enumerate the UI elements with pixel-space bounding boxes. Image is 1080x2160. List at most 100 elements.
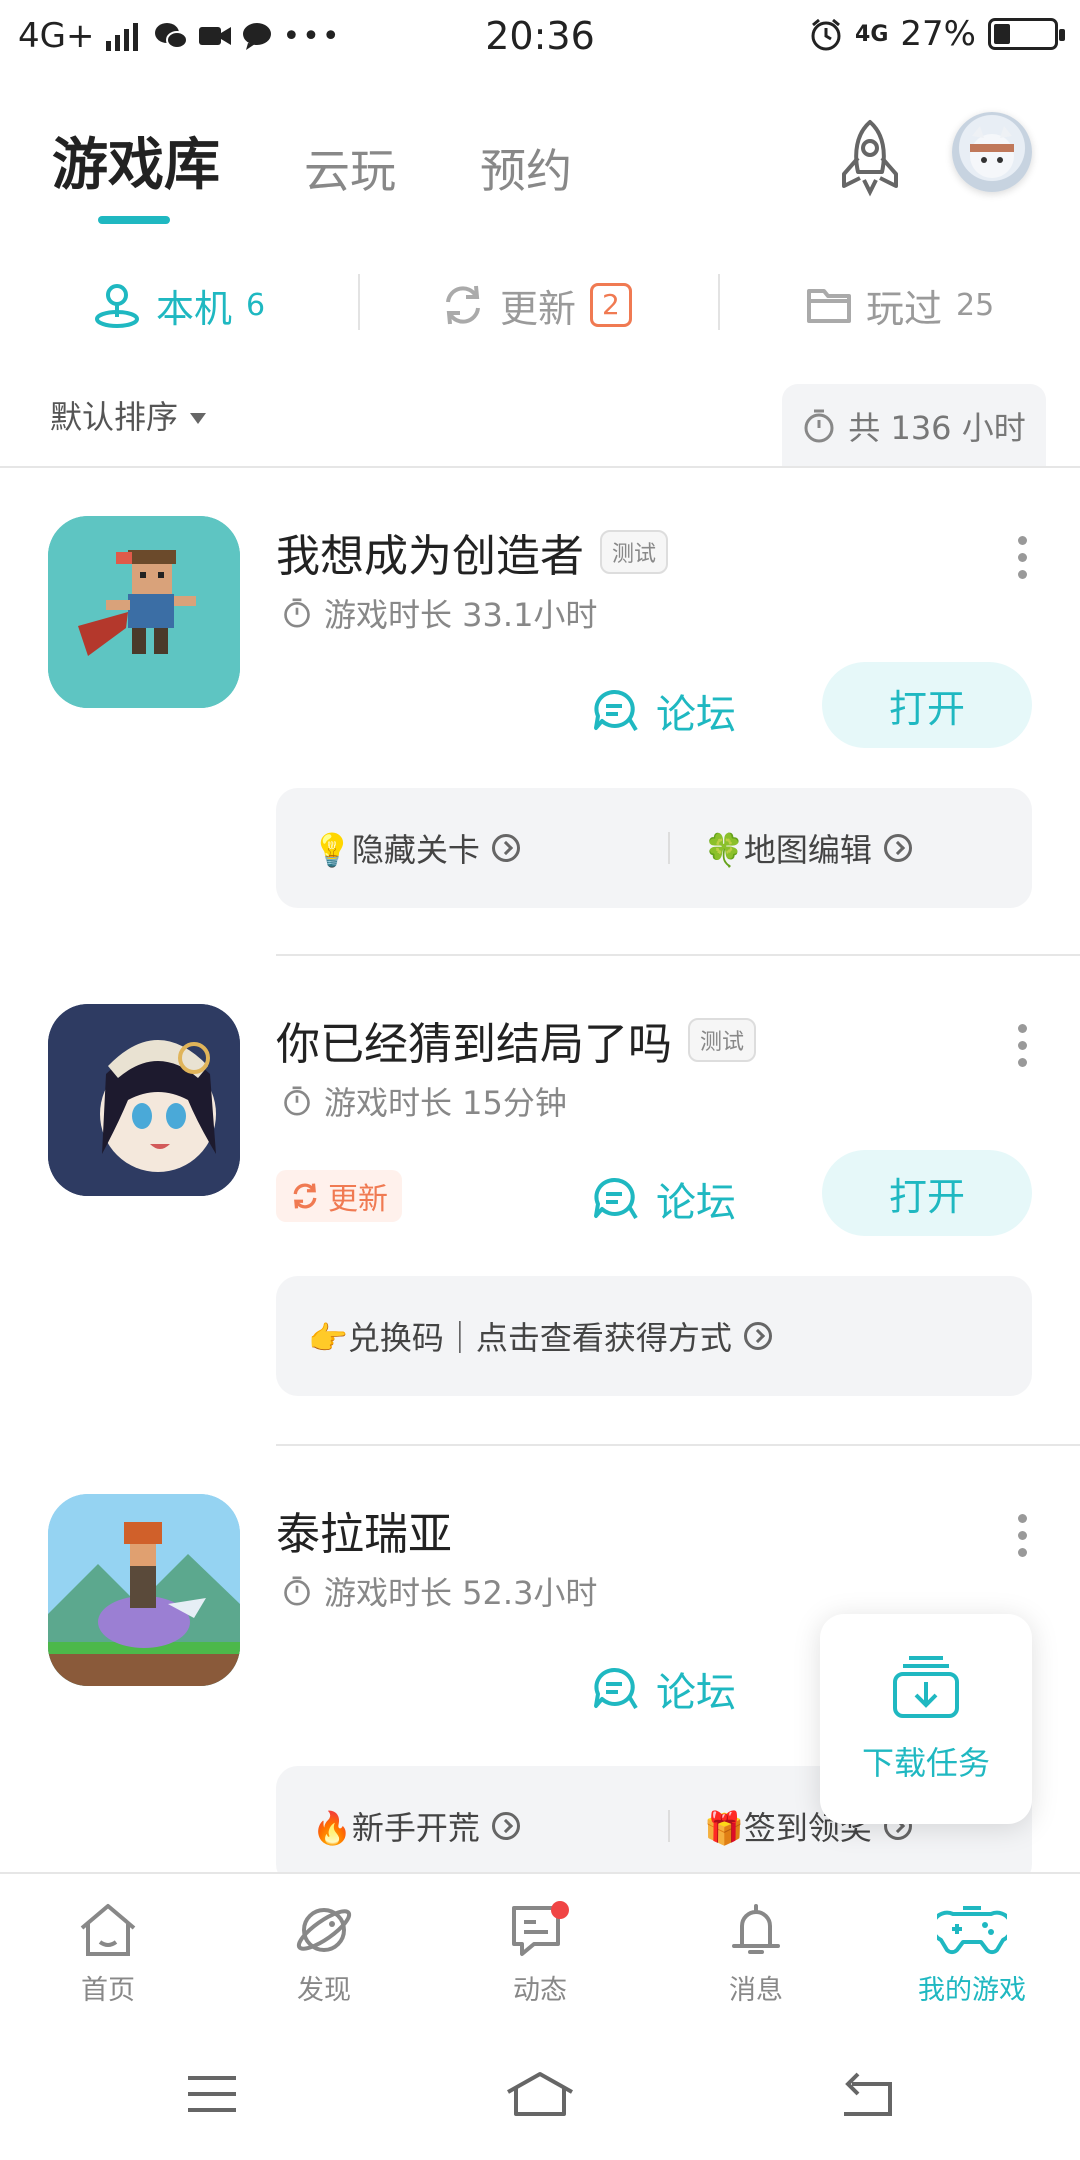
- tips-box: 👉兑换码｜点击查看获得方式: [276, 1276, 1032, 1396]
- game-icon[interactable]: [48, 1004, 240, 1196]
- subtab-local-count: 6: [246, 287, 266, 323]
- game-playtime-text: 游戏时长 15分钟: [324, 1084, 567, 1122]
- game-title-row: 我想成为创造者 测试: [276, 520, 669, 584]
- nav-my-games-label: 我的游戏: [918, 1975, 1026, 2006]
- test-tag: 测试: [688, 1018, 757, 1062]
- forum-icon: [594, 1667, 638, 1710]
- nav-feed[interactable]: 动态: [460, 1900, 620, 2007]
- timer-icon: [284, 1086, 310, 1116]
- game-playtime-text: 游戏时长 52.3小时: [324, 1574, 598, 1612]
- back-icon[interactable]: [838, 2072, 896, 2120]
- forum-label: 论坛: [656, 1670, 736, 1716]
- sort-label: 默认排序: [50, 398, 179, 436]
- header-divider: [0, 466, 1080, 468]
- test-tag: 测试: [600, 530, 669, 574]
- tip-label: 🔥新手开荒: [312, 1809, 480, 1847]
- tip-link[interactable]: 👉兑换码｜点击查看获得方式: [308, 1276, 772, 1396]
- avatar[interactable]: [952, 112, 1032, 192]
- tip-link[interactable]: 🍀地图编辑: [704, 788, 912, 908]
- nav-discover-label: 发现: [297, 1975, 351, 2006]
- network-4g-label: 4G: [855, 21, 889, 47]
- tip-label: 👉兑换码｜点击查看获得方式: [308, 1319, 732, 1357]
- forum-button[interactable]: 论坛: [592, 676, 736, 746]
- tip-label: 💡隐藏关卡: [312, 831, 480, 869]
- battery-icon: [988, 18, 1065, 50]
- system-nav-bar: [0, 2032, 1080, 2160]
- planet-icon: [296, 1908, 352, 1952]
- subtab-local[interactable]: 本机 6: [92, 270, 265, 340]
- subtab-update-label: 更新: [500, 286, 577, 331]
- total-playtime: 共 136 小时: [782, 384, 1046, 468]
- game-playtime: 游戏时长 33.1小时: [282, 590, 597, 636]
- game-title: 我想成为创造者: [276, 531, 584, 582]
- more-options-icon[interactable]: [1018, 1514, 1030, 1557]
- active-tab-indicator: [98, 216, 170, 224]
- sub-tabs: 本机 6 更新 2 玩过 25: [0, 270, 1080, 340]
- sort-dropdown[interactable]: 默认排序: [50, 392, 207, 438]
- game-title-row: 你已经猜到结局了吗 测试: [276, 1008, 757, 1072]
- caret-down-icon: [190, 412, 207, 424]
- tab-cloud-play[interactable]: 云玩: [304, 135, 396, 201]
- card-divider: [276, 954, 1080, 956]
- anime-girl-icon: [48, 1004, 240, 1196]
- location-pin-icon: [95, 284, 139, 328]
- tip-label: 🍀地图编辑: [704, 831, 872, 869]
- refresh-icon: [446, 285, 480, 325]
- download-tasks-label: 下载任务: [861, 1744, 990, 1782]
- feed-icon: [512, 1901, 569, 1956]
- chevron-right-circle-icon: [743, 1322, 772, 1350]
- open-button[interactable]: 打开: [822, 662, 1032, 748]
- bell-icon: [732, 1904, 780, 1954]
- tip-link[interactable]: 💡隐藏关卡: [312, 788, 520, 908]
- rocket-icon[interactable]: [832, 118, 908, 198]
- timer-icon: [284, 1576, 310, 1606]
- home-system-icon[interactable]: [504, 2070, 576, 2118]
- nav-messages-label: 消息: [729, 1975, 783, 2006]
- chevron-right-circle-icon: [883, 834, 912, 862]
- download-tasks-button[interactable]: 下载任务: [820, 1614, 1032, 1824]
- menu-icon[interactable]: [184, 2072, 240, 2116]
- open-button[interactable]: 打开: [822, 1150, 1032, 1236]
- subtab-update[interactable]: 更新 2: [440, 270, 632, 340]
- more-options-icon[interactable]: [1018, 1024, 1030, 1067]
- game-title-row: 泰拉瑞亚: [276, 1498, 452, 1562]
- game-icon[interactable]: [48, 516, 240, 708]
- more-options-icon[interactable]: [1018, 536, 1030, 579]
- total-playtime-text: 共 136 小时: [848, 409, 1026, 447]
- game-playtime: 游戏时长 52.3小时: [282, 1568, 597, 1614]
- nav-home-label: 首页: [81, 1975, 135, 2006]
- tips-box: 💡隐藏关卡 🍀地图编辑: [276, 788, 1032, 908]
- status-right: 4G 27%: [809, 14, 1065, 54]
- nav-my-games[interactable]: 我的游戏: [892, 1900, 1052, 2007]
- pixel-character-icon: [48, 516, 240, 708]
- tip-divider: [668, 1810, 670, 1842]
- update-button[interactable]: 更新: [276, 1170, 402, 1222]
- terraria-character-icon: [48, 1494, 240, 1686]
- forum-label: 论坛: [656, 692, 736, 738]
- tab-game-library[interactable]: 游戏库: [52, 120, 220, 201]
- timer-icon: [284, 598, 310, 628]
- game-playtime-text: 游戏时长 33.1小时: [324, 596, 598, 634]
- timer-icon: [804, 409, 834, 443]
- nav-discover[interactable]: 发现: [244, 1900, 404, 2007]
- tab-reservation[interactable]: 预约: [480, 135, 572, 201]
- game-title: 泰拉瑞亚: [276, 1509, 452, 1560]
- alarm-icon: [811, 18, 841, 51]
- game-title: 你已经猜到结局了吗: [276, 1019, 672, 1070]
- forum-button[interactable]: 论坛: [592, 1654, 736, 1724]
- update-count-badge: 2: [590, 283, 632, 327]
- tip-link[interactable]: 🔥新手开荒: [312, 1766, 520, 1886]
- chevron-right-circle-icon: [491, 1812, 520, 1840]
- subtab-played[interactable]: 玩过 25: [806, 270, 994, 340]
- refresh-icon: [293, 1183, 317, 1209]
- game-playtime: 游戏时长 15分钟: [282, 1078, 567, 1124]
- subtab-played-count: 25: [956, 287, 995, 323]
- nav-messages[interactable]: 消息: [676, 1900, 836, 2007]
- chevron-right-circle-icon: [491, 834, 520, 862]
- home-icon: [80, 1904, 136, 1956]
- download-tray-icon: [893, 1656, 959, 1718]
- game-icon[interactable]: [48, 1494, 240, 1686]
- nav-feed-label: 动态: [513, 1975, 567, 2006]
- nav-home[interactable]: 首页: [28, 1900, 188, 2007]
- forum-button[interactable]: 论坛: [592, 1164, 736, 1234]
